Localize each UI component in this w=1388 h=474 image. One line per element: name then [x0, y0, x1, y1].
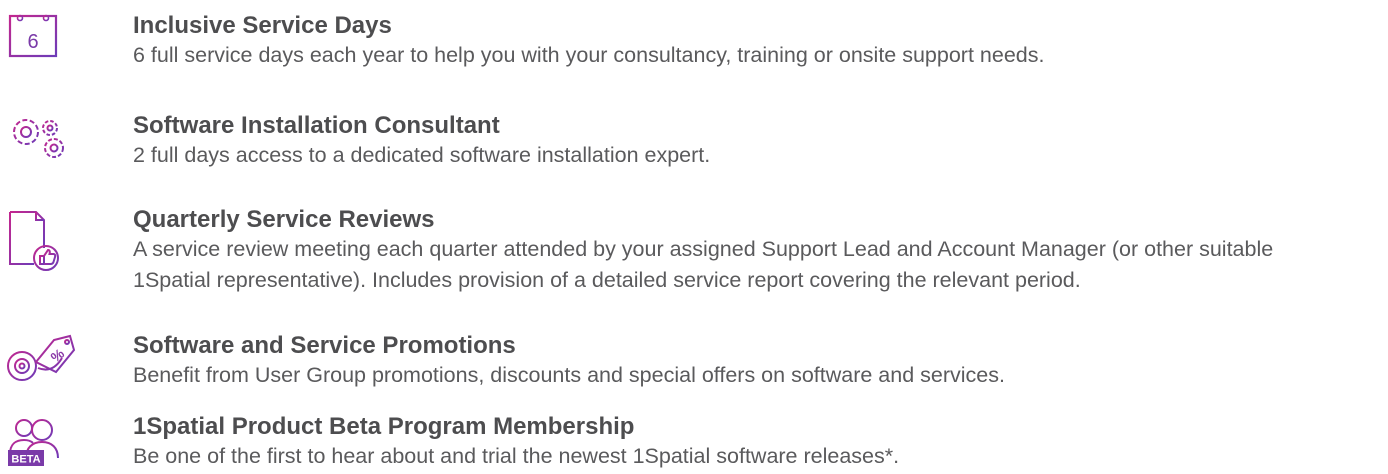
disc-discount-tag-icon: % — [4, 328, 76, 388]
benefit-description: Be one of the first to hear about and tr… — [133, 444, 900, 468]
benefits-list: 6 Inclusive Service Days 6 full service … — [0, 0, 1388, 468]
beta-users-icon: BETA — [4, 414, 74, 474]
benefit-text: Software and Service Promotions Benefit … — [133, 332, 1388, 391]
benefit-title: 1Spatial Product Beta Program Membership — [133, 413, 635, 440]
benefit-description-line-2: 1Spatial representative). Includes provi… — [133, 268, 1081, 292]
benefit-text: Quarterly Service Reviews A service revi… — [133, 206, 1388, 296]
benefit-text: Software Installation Consultant 2 full … — [133, 112, 1388, 171]
benefit-title: Software and Service Promotions — [133, 332, 516, 359]
benefit-text: 1Spatial Product Beta Program Membership… — [133, 413, 1388, 472]
benefit-description-line-1: A service review meeting each quarter at… — [133, 237, 1274, 261]
benefit-title: Quarterly Service Reviews — [133, 206, 435, 233]
benefit-description: 2 full days access to a dedicated softwa… — [133, 143, 711, 167]
report-thumbs-up-icon — [4, 208, 74, 271]
benefit-text: Inclusive Service Days 6 full service da… — [133, 12, 1388, 71]
benefit-description: Benefit from User Group promotions, disc… — [133, 363, 1005, 387]
benefit-title: Software Installation Consultant — [133, 112, 500, 139]
calendar-day-number: 6 — [27, 31, 38, 53]
beta-badge-label: BETA — [11, 454, 40, 466]
benefit-title: Inclusive Service Days — [133, 12, 392, 39]
benefit-description: 6 full service days each year to help yo… — [133, 43, 1045, 67]
calendar-icon: 6 — [4, 8, 74, 68]
gears-icon — [4, 108, 74, 168]
